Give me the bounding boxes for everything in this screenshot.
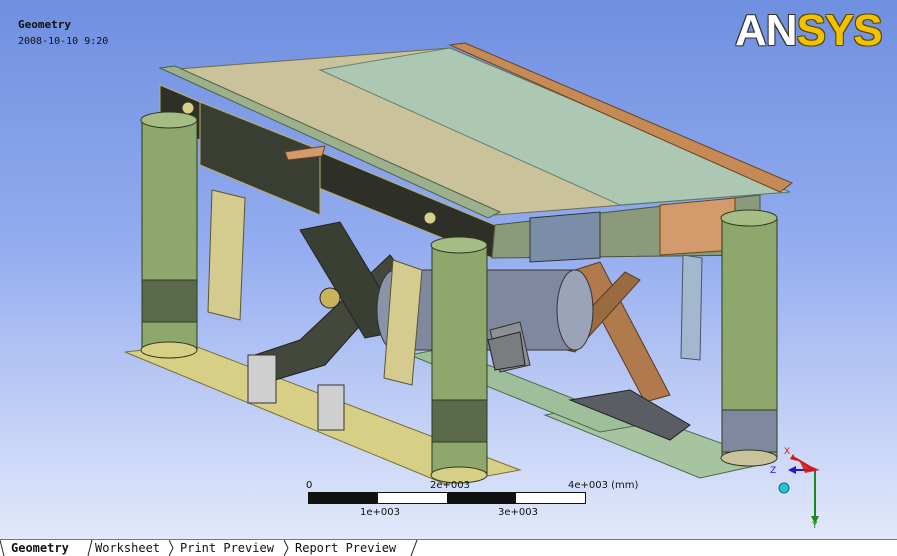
tab-separator-icon [410,540,418,556]
tab-geometry[interactable]: Geometry [11,541,69,556]
column-back-right [720,209,778,467]
graphics-viewport[interactable]: Geometry 2008-10-10 9:20 ANSYS 0 2e+003 … [0,0,897,540]
tab-separator-icon [169,540,174,556]
triad-y-label: Y [811,521,818,530]
bracket-2 [317,384,345,431]
tab-report-preview[interactable]: Report Preview [295,541,396,556]
axis-triad-icon[interactable]: X Z Y [760,440,840,530]
tab-separator-icon [284,540,289,556]
triad-x-label: X [784,447,790,457]
column-front-mid [430,236,488,484]
strut-left [207,189,246,321]
column-front-left [140,111,198,359]
tab-print-preview[interactable]: Print Preview [180,541,274,556]
scale-label-2e3: 2e+003 [430,480,470,491]
scale-label-1e3: 1e+003 [360,507,400,518]
tab-separator-icon [87,540,93,556]
scale-bar: 0 2e+003 4e+003 (mm) 1e+003 3e+003 [300,480,640,525]
view-tabs-bar: Geometry Worksheet Print Preview Report … [0,539,897,556]
actuator-cylinder-cap [556,269,594,351]
scale-label-0: 0 [306,480,313,491]
tab-worksheet[interactable]: Worksheet [95,541,160,556]
bolt-2 [423,211,437,225]
strut-right [680,254,703,361]
bracket-1 [247,354,277,404]
tab-separator-icon [0,540,5,556]
scale-bar-segments [308,492,586,504]
right-beam-blue [529,211,601,263]
scale-label-4e3: 4e+003 (mm) [568,480,639,491]
bolt-1 [181,101,195,115]
scale-label-3e3: 3e+003 [498,507,538,518]
pivot-hub [319,287,341,309]
isometric-view-ball-icon [778,482,790,494]
triad-z-label: Z [770,466,776,476]
